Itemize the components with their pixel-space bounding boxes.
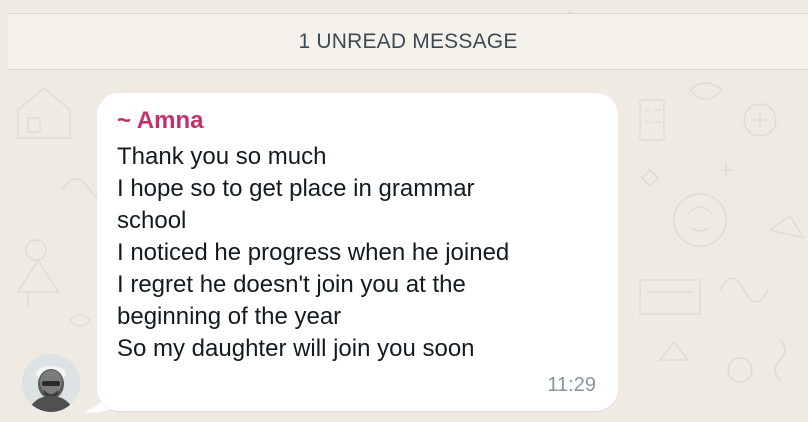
message-text-line: I hope so to get place in grammar xyxy=(117,175,475,202)
sender-avatar[interactable] xyxy=(22,354,80,412)
unread-messages-label: 1 UNREAD MESSAGE xyxy=(298,29,518,53)
unread-messages-banner: 1 UNREAD MESSAGE xyxy=(8,13,808,70)
person-avatar-icon xyxy=(22,354,80,412)
message-text-line: I regret he doesn't join you at the xyxy=(117,271,466,298)
sender-name[interactable]: ~ Amna xyxy=(117,107,203,135)
message-text-line: I noticed he progress when he joined xyxy=(117,239,510,266)
message-timestamp: 11:29 xyxy=(547,374,596,396)
message-text-line: beginning of the year xyxy=(117,303,342,330)
message-text-line: school xyxy=(117,207,187,234)
message-text-line: So my daughter will join you soon xyxy=(117,335,475,362)
message-text-line: Thank you so much xyxy=(117,143,327,170)
incoming-message-bubble[interactable]: ~ Amna Thank you so much I hope so to ge… xyxy=(97,93,618,411)
